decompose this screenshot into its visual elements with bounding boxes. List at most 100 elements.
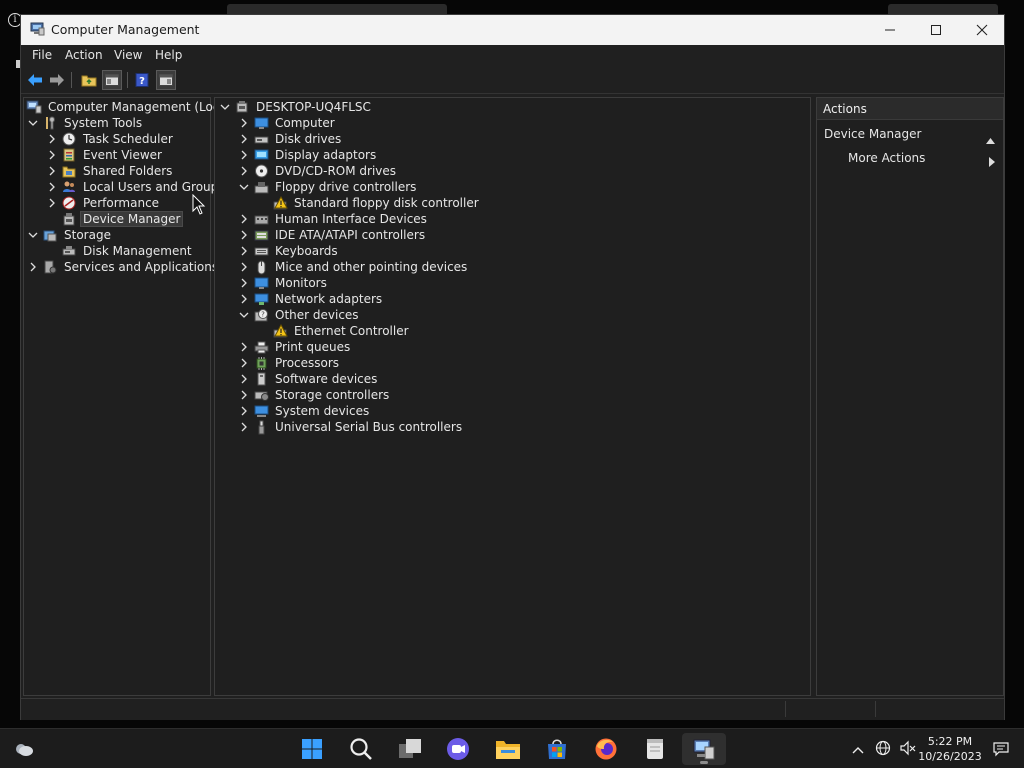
forward-arrow-icon[interactable]: [47, 70, 67, 90]
notepad-icon[interactable]: [639, 733, 671, 765]
show-hide-action-pane-icon[interactable]: [156, 70, 176, 90]
weather-widget-icon[interactable]: [8, 733, 40, 765]
tree-item-performance[interactable]: Performance: [46, 195, 161, 211]
device-category-label: Mice and other pointing devices: [275, 260, 468, 274]
device-category-processors[interactable]: Processors: [238, 355, 341, 371]
device-category-display-adaptors[interactable]: Display adaptors: [238, 147, 378, 163]
task-view-icon[interactable]: [394, 733, 426, 765]
computer-management-taskbar-button[interactable]: [682, 733, 726, 765]
chevron-right-icon[interactable]: [46, 163, 58, 179]
meet-icon[interactable]: [442, 733, 474, 765]
device-category-computer[interactable]: Computer: [238, 115, 337, 131]
menu-action[interactable]: Action: [65, 48, 103, 62]
collapse-triangle-icon[interactable]: [986, 130, 995, 150]
chevron-down-icon[interactable]: [238, 307, 250, 323]
chevron-right-icon[interactable]: [238, 211, 250, 227]
menu-view[interactable]: View: [114, 48, 142, 62]
device-category-keyboards[interactable]: Keyboards: [238, 243, 340, 259]
chevron-right-icon[interactable]: [238, 227, 250, 243]
background-window-edge: [888, 4, 998, 14]
floppy-controller-icon: [253, 179, 269, 195]
device-category-storage-controllers[interactable]: Storage controllers: [238, 387, 391, 403]
more-actions-item[interactable]: More Actions: [817, 148, 1003, 168]
chevron-right-icon[interactable]: [238, 275, 250, 291]
maximize-button[interactable]: [913, 15, 959, 45]
tree-item-shared-folders[interactable]: Shared Folders: [46, 163, 174, 179]
device-category-label: Monitors: [275, 276, 327, 290]
device-category-floppy-drive-controllers[interactable]: Floppy drive controllers: [238, 179, 418, 195]
device-category-monitors[interactable]: Monitors: [238, 275, 329, 291]
speaker-muted-icon[interactable]: [900, 740, 916, 759]
device-category-print-queues[interactable]: Print queues: [238, 339, 352, 355]
tree-item-local-users-and-groups[interactable]: Local Users and Groups: [46, 179, 227, 195]
file-explorer-icon[interactable]: [492, 733, 524, 765]
network-adapter-icon: [253, 291, 269, 307]
device-category-dvd-cd-rom-drives[interactable]: DVD/CD-ROM drives: [238, 163, 398, 179]
tree-item-disk-management[interactable]: Disk Management: [46, 243, 194, 259]
device-category-other-devices[interactable]: ? Other devices: [238, 307, 361, 323]
menu-help[interactable]: Help: [155, 48, 182, 62]
tree-item-computer-management-local[interactable]: Computer Management (Local): [26, 99, 237, 115]
actions-device-manager-section[interactable]: Device Manager: [817, 124, 1003, 144]
firefox-icon[interactable]: [590, 733, 622, 765]
device-category-network-adapters[interactable]: Network adapters: [238, 291, 384, 307]
chevron-right-icon[interactable]: [238, 419, 250, 435]
tree-item-device-manager[interactable]: Device Manager: [46, 211, 184, 227]
chevron-right-icon[interactable]: [238, 115, 250, 131]
device-category-ethernet-controller[interactable]: Ethernet Controller: [257, 323, 411, 339]
chevron-up-icon[interactable]: [852, 743, 864, 757]
device-category-human-interface-devices[interactable]: Human Interface Devices: [238, 211, 429, 227]
clock-time: 5:22 PM: [927, 735, 973, 748]
tree-item-storage[interactable]: Storage: [27, 227, 113, 243]
help-icon[interactable]: ?: [132, 70, 152, 90]
chevron-down-icon[interactable]: [238, 179, 250, 195]
globe-icon[interactable]: [875, 740, 891, 759]
chevron-right-icon[interactable]: [238, 355, 250, 371]
tree-item-label: Computer Management (Local): [48, 100, 235, 114]
tree-item-task-scheduler[interactable]: Task Scheduler: [46, 131, 175, 147]
chevron-right-icon[interactable]: [46, 179, 58, 195]
up-folder-icon[interactable]: [79, 70, 99, 90]
services-icon: [42, 259, 58, 275]
device-category-ide-ata-atapi-controllers[interactable]: IDE ATA/ATAPI controllers: [238, 227, 427, 243]
minimize-button[interactable]: [867, 15, 913, 45]
close-button[interactable]: [959, 15, 1005, 45]
chevron-down-icon[interactable]: [219, 99, 231, 115]
chevron-right-icon[interactable]: [238, 147, 250, 163]
search-icon[interactable]: [345, 733, 377, 765]
chevron-right-icon[interactable]: [46, 131, 58, 147]
device-category-disk-drives[interactable]: Disk drives: [238, 131, 343, 147]
device-category-universal-serial-bus-controllers[interactable]: Universal Serial Bus controllers: [238, 419, 464, 435]
device-category-mice-and-other-pointing-devices[interactable]: Mice and other pointing devices: [238, 259, 469, 275]
menu-file[interactable]: File: [32, 48, 52, 62]
start-icon[interactable]: [296, 733, 328, 765]
chevron-down-icon[interactable]: [27, 115, 39, 131]
tree-item-services-and-applications[interactable]: Services and Applications: [27, 259, 220, 275]
device-tree-root[interactable]: DESKTOP-UQ4FLSC: [219, 99, 373, 115]
show-hide-console-tree-icon[interactable]: [102, 70, 122, 90]
device-category-software-devices[interactable]: Software devices: [238, 371, 379, 387]
tree-item-system-tools[interactable]: System Tools: [27, 115, 144, 131]
printer-icon: [253, 339, 269, 355]
chevron-right-icon[interactable]: [27, 259, 39, 275]
chevron-right-icon[interactable]: [238, 403, 250, 419]
device-category-standard-floppy-disk-controller[interactable]: Standard floppy disk controller: [257, 195, 481, 211]
title-bar[interactable]: Computer Management: [21, 15, 1004, 45]
store-icon[interactable]: [541, 733, 573, 765]
clock[interactable]: 5:22 PM 10/26/2023: [918, 734, 982, 764]
chevron-right-icon[interactable]: [238, 371, 250, 387]
chevron-down-icon[interactable]: [27, 227, 39, 243]
chevron-right-icon[interactable]: [238, 243, 250, 259]
chevron-right-icon[interactable]: [46, 147, 58, 163]
chevron-right-icon[interactable]: [46, 195, 58, 211]
notifications-icon[interactable]: [993, 741, 1009, 760]
chevron-right-icon[interactable]: [238, 259, 250, 275]
chevron-right-icon[interactable]: [238, 339, 250, 355]
device-category-system-devices[interactable]: System devices: [238, 403, 371, 419]
chevron-right-icon[interactable]: [238, 387, 250, 403]
tree-item-event-viewer[interactable]: Event Viewer: [46, 147, 164, 163]
chevron-right-icon[interactable]: [238, 131, 250, 147]
chevron-right-icon[interactable]: [238, 291, 250, 307]
chevron-right-icon[interactable]: [238, 163, 250, 179]
back-arrow-icon[interactable]: [25, 70, 45, 90]
